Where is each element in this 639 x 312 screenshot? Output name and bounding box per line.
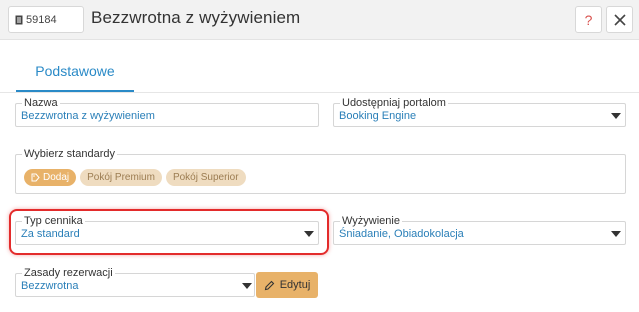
chevron-down-icon bbox=[242, 283, 252, 289]
meals-select[interactable]: Wyżywienie Śniadanie, Obiadokolacja bbox=[333, 215, 626, 245]
add-standard-label: Dodaj bbox=[43, 172, 70, 183]
standard-tag[interactable]: Pokój Superior bbox=[165, 169, 246, 186]
help-button[interactable]: ? bbox=[575, 6, 602, 33]
portal-select[interactable]: Udostępniaj portalom Booking Engine bbox=[333, 97, 626, 127]
edit-label: Edytuj bbox=[279, 279, 311, 291]
record-id-badge: 59184 bbox=[8, 6, 84, 33]
edit-booking-rules-button[interactable]: Edytuj bbox=[256, 272, 318, 298]
chevron-down-icon bbox=[611, 113, 621, 119]
portal-label: Udostępniaj portalom bbox=[340, 97, 448, 109]
pencil-icon bbox=[264, 280, 274, 290]
modal-title: Bezzwrotna z wyżywieniem bbox=[91, 8, 301, 27]
standards-label: Wybierz standardy bbox=[22, 148, 117, 160]
highlight-box bbox=[9, 209, 329, 255]
chevron-down-icon bbox=[611, 231, 621, 237]
close-icon bbox=[613, 13, 626, 26]
booking-rules-label: Zasady rezerwacji bbox=[22, 267, 115, 279]
tab-podstawowe[interactable]: Podstawowe bbox=[16, 52, 134, 92]
standards-field: Wybierz standardy Dodaj Pokój Premium Po… bbox=[15, 148, 626, 194]
close-button[interactable] bbox=[606, 6, 633, 33]
name-label: Nazwa bbox=[22, 97, 60, 109]
standard-tag[interactable]: Pokój Premium bbox=[80, 169, 162, 186]
question-icon: ? bbox=[584, 11, 593, 28]
record-id: 59184 bbox=[26, 13, 57, 26]
booking-rules-value: Bezzwrotna bbox=[21, 280, 79, 292]
document-icon bbox=[15, 15, 23, 24]
standards-tags: Dodaj Pokój Premium Pokój Superior bbox=[24, 169, 246, 186]
add-standard-button[interactable]: Dodaj bbox=[24, 169, 77, 186]
tab-divider bbox=[0, 92, 639, 93]
portal-value: Booking Engine bbox=[339, 110, 417, 122]
name-field[interactable]: Nazwa Bezzwrotna z wyżywieniem bbox=[15, 97, 319, 127]
name-input[interactable]: Bezzwrotna z wyżywieniem bbox=[21, 110, 155, 122]
meals-label: Wyżywienie bbox=[340, 215, 402, 227]
tag-icon bbox=[31, 173, 40, 182]
booking-rules-select[interactable]: Zasady rezerwacji Bezzwrotna bbox=[15, 267, 255, 297]
meals-value: Śniadanie, Obiadokolacja bbox=[339, 228, 464, 240]
modal-header: 59184 Bezzwrotna z wyżywieniem ? bbox=[0, 0, 639, 40]
